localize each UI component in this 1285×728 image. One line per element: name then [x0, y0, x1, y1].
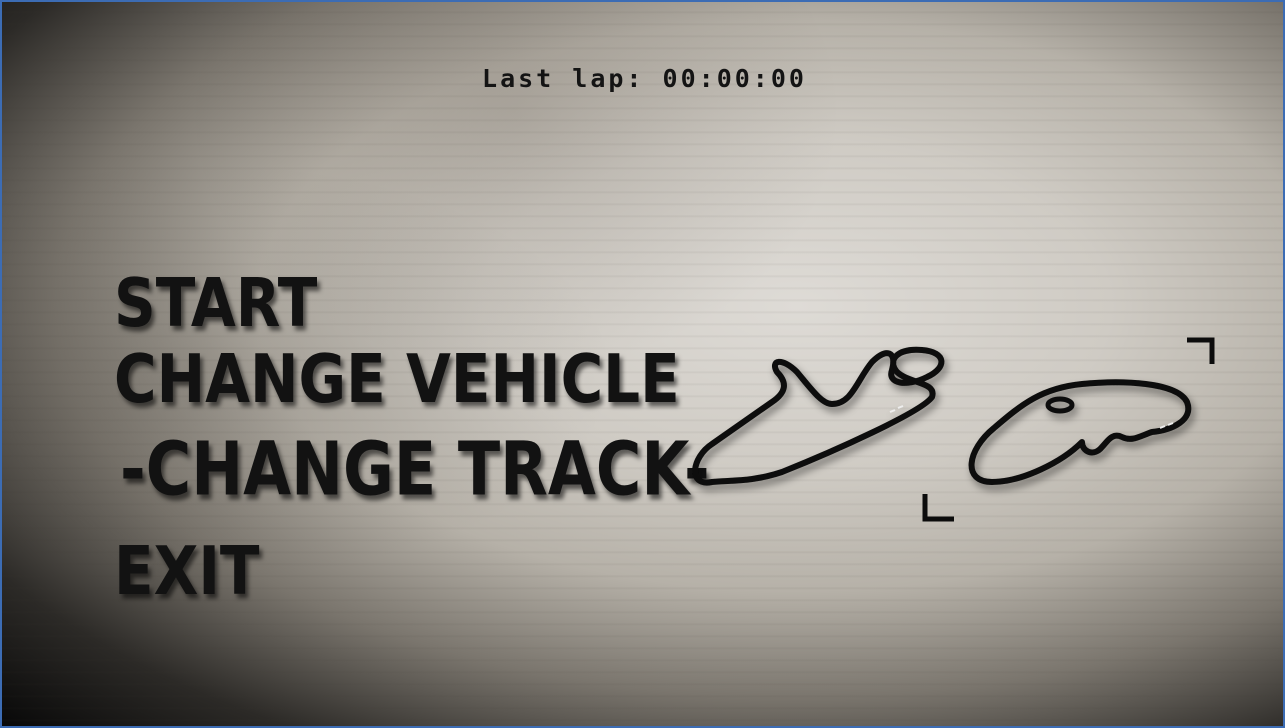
- last-lap-label: Last lap:: [482, 64, 645, 93]
- menu-screen: Last lap: 00:00:00 START CHANGE VEHICLE …: [2, 2, 1283, 726]
- change-track-button[interactable]: -CHANGE TRACK-: [120, 425, 710, 513]
- change-vehicle-button[interactable]: CHANGE VEHICLE: [114, 340, 680, 418]
- start-button[interactable]: START: [114, 264, 317, 342]
- last-lap-display: Last lap: 00:00:00: [2, 64, 1283, 93]
- exit-button[interactable]: EXIT: [114, 532, 259, 610]
- track-2-outline-icon[interactable]: [968, 379, 1192, 485]
- track-selector: [692, 337, 1215, 522]
- last-lap-time: 00:00:00: [662, 64, 807, 93]
- game-window: Last lap: 00:00:00 START CHANGE VEHICLE …: [0, 0, 1285, 728]
- track-1-outline-icon[interactable]: [692, 346, 945, 486]
